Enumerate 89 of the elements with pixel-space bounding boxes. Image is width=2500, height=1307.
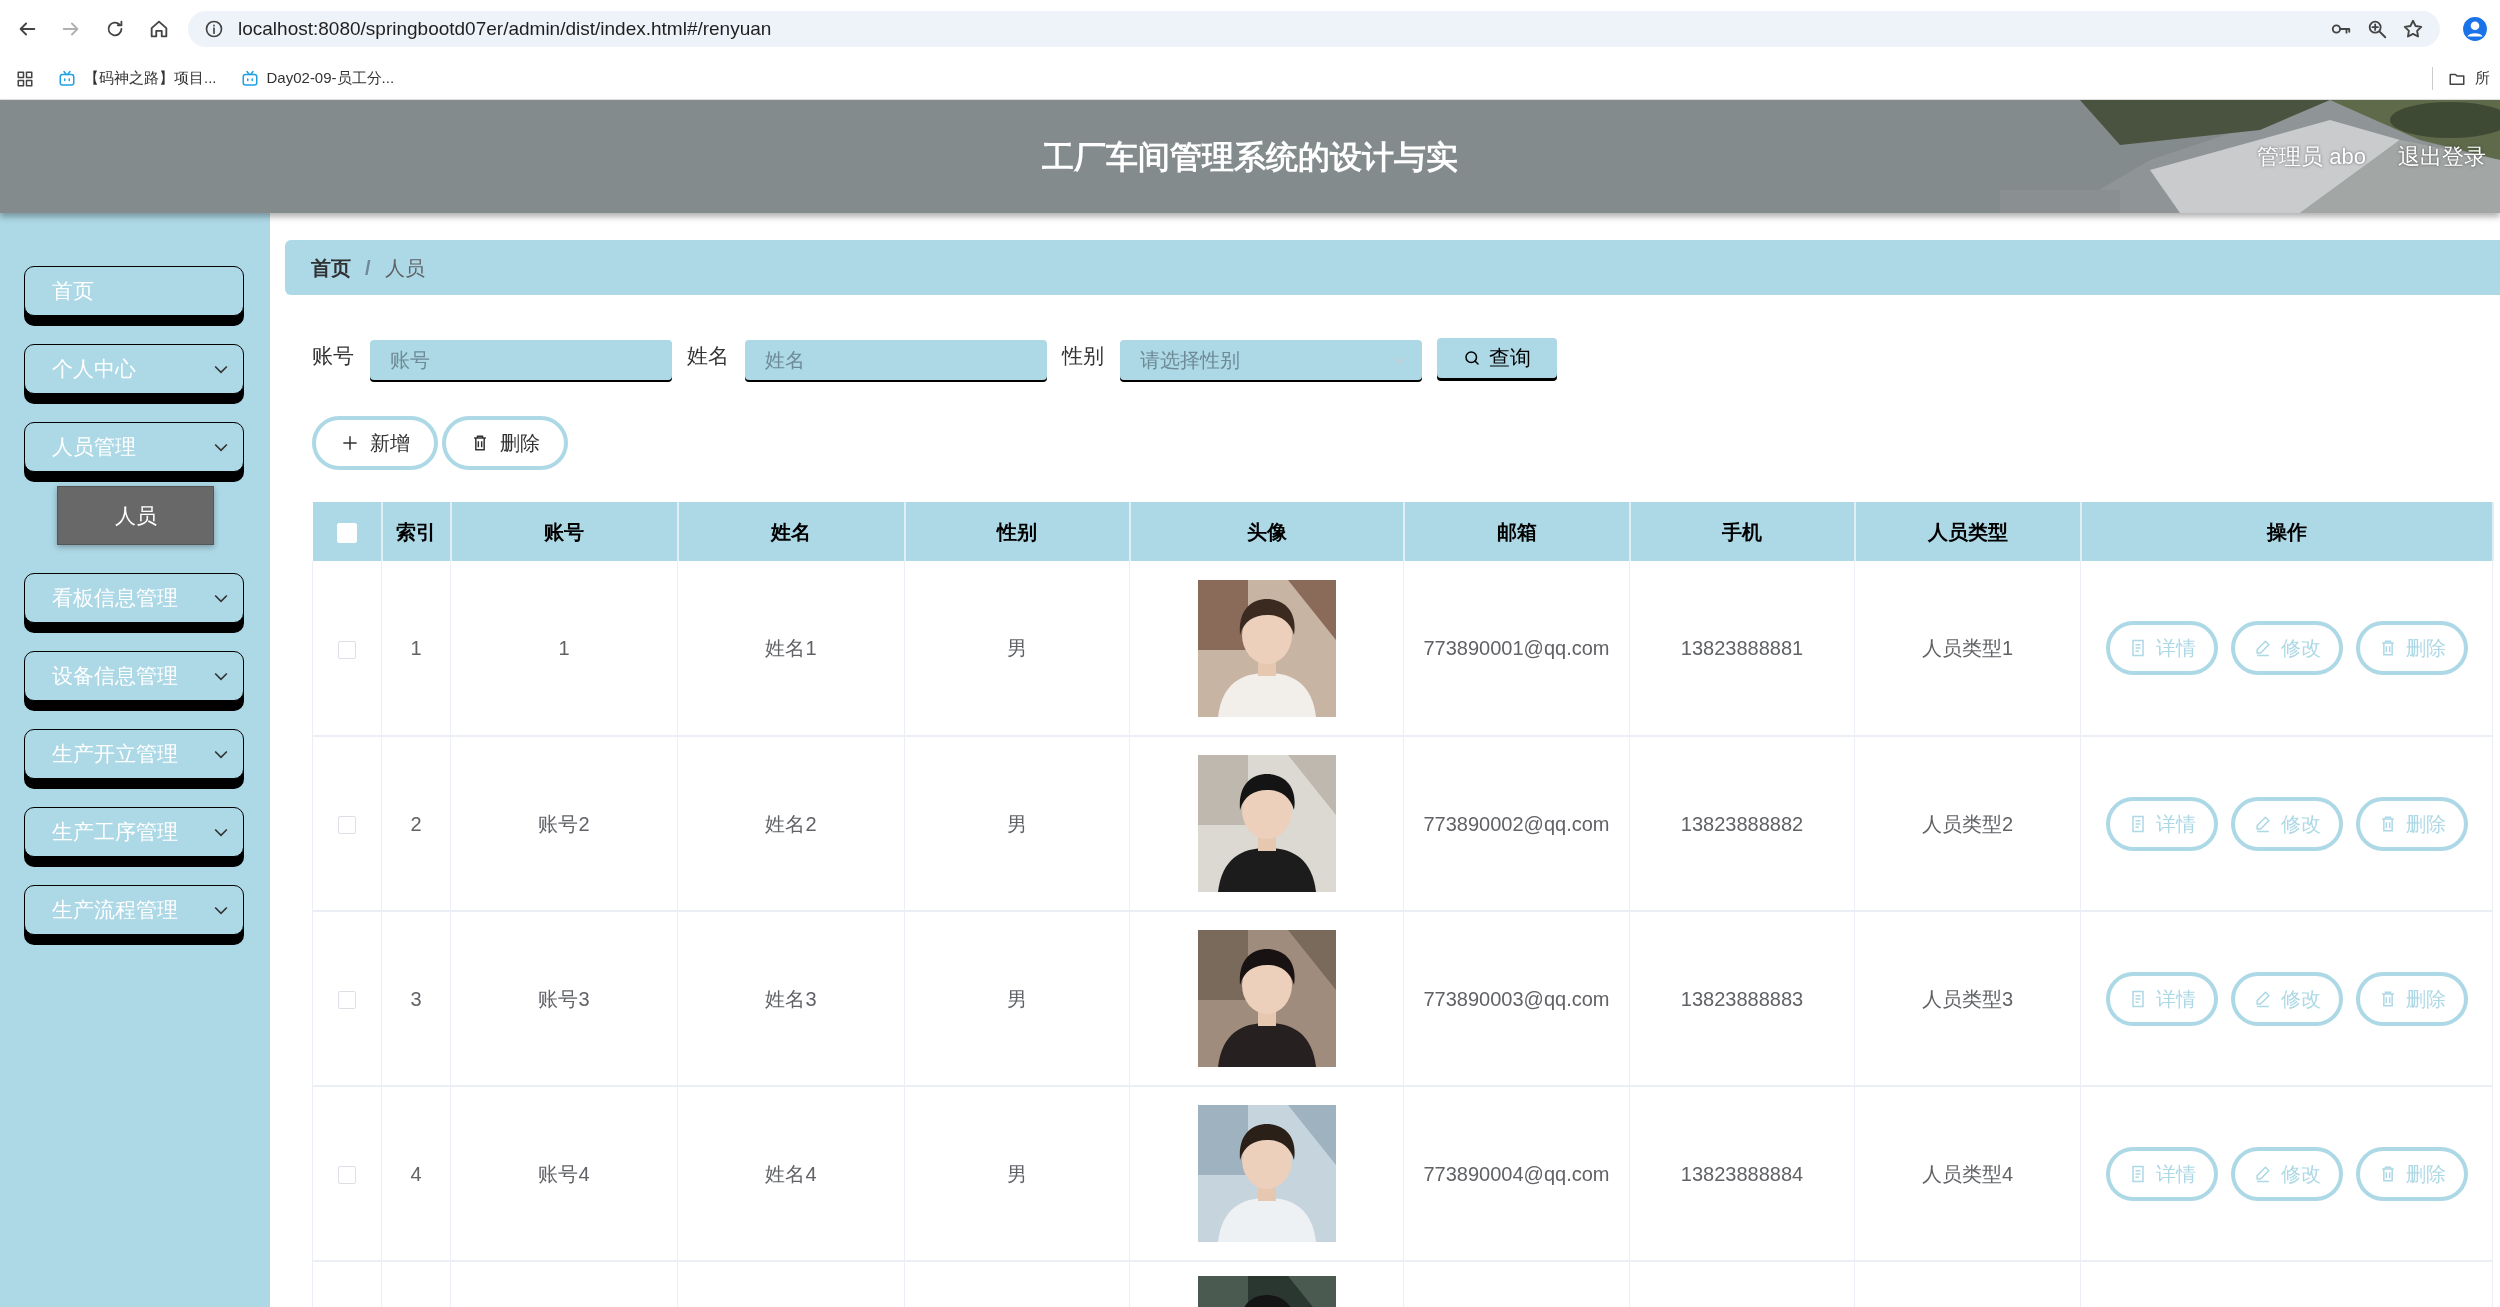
detail-button[interactable]: 详情 <box>2105 1146 2218 1201</box>
bookmark-link[interactable]: Day02-09-员工分... <box>240 67 395 90</box>
info-icon[interactable] <box>204 19 224 39</box>
column-header: 性别 <box>904 502 1130 561</box>
detail-button[interactable]: 详情 <box>2105 971 2218 1026</box>
menu-label: 个人中心 <box>52 356 136 383</box>
table-cell: 4 <box>381 1086 451 1261</box>
menu-label: 看板信息管理 <box>52 585 178 612</box>
table-cell: 13823888884 <box>1629 1086 1855 1261</box>
menu-label: 首页 <box>52 278 94 305</box>
column-header: 索引 <box>381 502 451 561</box>
table-cell: 13823888881 <box>1629 561 1855 736</box>
delete-button[interactable]: 删除 <box>2355 971 2468 1026</box>
menu-label: 生产流程管理 <box>52 897 178 924</box>
menu-label: 设备信息管理 <box>52 663 178 690</box>
table-cell: 1 <box>381 561 451 736</box>
bookmark-link[interactable]: 【码神之路】项目... <box>58 67 217 90</box>
column-header: 账号 <box>450 502 678 561</box>
apps-grid-icon[interactable] <box>16 69 34 88</box>
detail-button[interactable]: 详情 <box>2105 796 2218 851</box>
profile-icon[interactable] <box>2462 16 2488 42</box>
search-button[interactable]: 查询 <box>1437 338 1557 378</box>
tv-icon <box>58 69 76 88</box>
column-header: 操作 <box>2080 502 2493 561</box>
field-label: 姓名 <box>687 343 729 369</box>
table-cell: 人员类型1 <box>1854 561 2081 736</box>
table-cell: 人员类型3 <box>1854 911 2081 1086</box>
field-label: 性别 <box>1062 343 1104 369</box>
column-header: 头像 <box>1129 502 1404 561</box>
submenu-item[interactable]: 人员 <box>57 486 214 545</box>
column-header: 人员类型 <box>1854 502 2081 561</box>
menu-label: 生产开立管理 <box>52 741 178 768</box>
menu-label: 人员管理 <box>52 434 136 461</box>
table-cell: 姓名1 <box>677 561 905 736</box>
row-checkbox[interactable] <box>338 991 356 1010</box>
table-cell: 773890002@qq.com <box>1403 736 1630 911</box>
home-icon <box>148 18 170 40</box>
table-cell: 男 <box>904 911 1130 1086</box>
breadcrumb-separator: / <box>365 255 371 281</box>
row-checkbox[interactable] <box>338 816 356 835</box>
table-cell: 人员类型2 <box>1854 736 2081 911</box>
table-cell: 账号4 <box>450 1086 678 1261</box>
table-cell: 姓名2 <box>677 736 905 911</box>
add-button[interactable]: 新增 <box>312 416 438 470</box>
zoom-icon[interactable] <box>2366 18 2388 40</box>
select-all-checkbox[interactable] <box>336 523 357 544</box>
table-cell: 姓名3 <box>677 911 905 1086</box>
star-icon[interactable] <box>2402 18 2424 40</box>
table-cell: 账号2 <box>450 736 678 911</box>
table-cell: 773890004@qq.com <box>1403 1086 1630 1261</box>
table-cell: 13823888883 <box>1629 911 1855 1086</box>
select-field[interactable]: 请选择性别 <box>1120 340 1422 380</box>
delete-button[interactable]: 删除 <box>442 416 568 470</box>
table-cell: 773890001@qq.com <box>1403 561 1630 736</box>
detail-button[interactable]: 详情 <box>2105 621 2218 675</box>
edit-button[interactable]: 修改 <box>2230 971 2343 1026</box>
breadcrumb-current: 人员 <box>384 255 425 281</box>
table-cell: 1 <box>450 561 678 736</box>
delete-button[interactable]: 删除 <box>2355 796 2468 851</box>
table-cell: 3 <box>381 911 451 1086</box>
plus-icon <box>340 433 360 453</box>
row-checkbox[interactable] <box>338 1166 356 1185</box>
other-bookmarks-label[interactable]: 所 <box>2475 67 2490 90</box>
delete-button[interactable]: 删除 <box>2355 621 2468 675</box>
column-header: 邮箱 <box>1403 502 1630 561</box>
row-checkbox[interactable] <box>338 640 356 659</box>
tv-icon <box>240 69 259 88</box>
edit-button[interactable]: 修改 <box>2230 621 2343 675</box>
field-label: 账号 <box>312 343 354 369</box>
breadcrumb-link[interactable]: 首页 <box>311 252 351 283</box>
input-field[interactable]: 姓名 <box>745 340 1047 380</box>
table-cell: 姓名4 <box>677 1086 905 1261</box>
delete-button[interactable]: 删除 <box>2355 1146 2468 1201</box>
table-cell: 773890003@qq.com <box>1403 911 1630 1086</box>
table-cell: 2 <box>381 736 451 911</box>
table-cell: 男 <box>904 561 1130 736</box>
column-header: 手机 <box>1629 502 1855 561</box>
table-cell: 13823888882 <box>1629 736 1855 911</box>
search-icon <box>1463 349 1481 367</box>
input-field[interactable]: 账号 <box>370 340 672 380</box>
edit-button[interactable]: 修改 <box>2230 796 2343 851</box>
table-cell: 男 <box>904 736 1130 911</box>
table-cell: 账号3 <box>450 911 678 1086</box>
edit-button[interactable]: 修改 <box>2230 1146 2343 1201</box>
table-cell: 人员类型4 <box>1854 1086 2081 1261</box>
table-cell: 男 <box>904 1086 1130 1261</box>
column-header: 姓名 <box>677 502 905 561</box>
menu-label: 生产工序管理 <box>52 819 178 846</box>
header-title: 工厂车间管理系统的设计与实 <box>1042 137 1458 177</box>
